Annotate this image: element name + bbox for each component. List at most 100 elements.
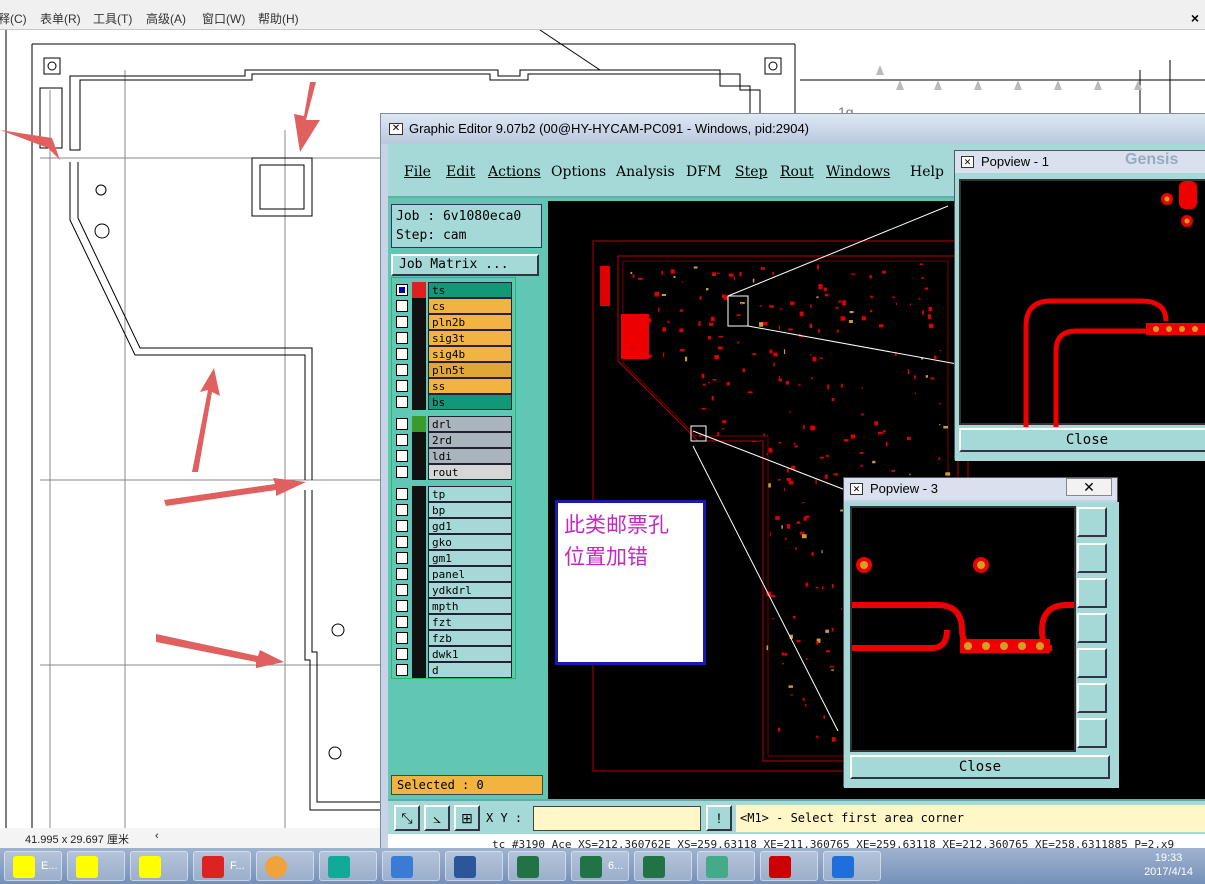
layer-checkbox[interactable] xyxy=(396,364,408,376)
taskbar-item[interactable] xyxy=(823,851,881,881)
taskbar-item[interactable] xyxy=(130,851,188,881)
cad-menu-item[interactable]: 帮助(H) xyxy=(258,10,299,27)
taskbar-item[interactable] xyxy=(760,851,818,881)
layer-row-ts[interactable]: ts xyxy=(396,282,512,298)
taskbar-item[interactable] xyxy=(634,851,692,881)
layer-row-rout[interactable]: rout xyxy=(396,464,512,480)
layer-color-swatch[interactable] xyxy=(412,346,426,362)
pan-up-icon[interactable] xyxy=(1077,543,1107,573)
pan-right-icon[interactable] xyxy=(1077,648,1107,678)
layer-color-swatch[interactable] xyxy=(412,298,426,314)
xy-input[interactable] xyxy=(533,806,701,831)
layer-name[interactable]: sig3t xyxy=(428,330,512,346)
layer-name[interactable]: fzb xyxy=(428,630,512,646)
layer-checkbox[interactable] xyxy=(396,520,408,532)
popview-1-titlebar[interactable]: ✕ Popview - 1 Gensis xyxy=(955,151,1205,173)
layer-row-gd1[interactable]: gd1 xyxy=(396,518,512,534)
layer-row-sig4b[interactable]: sig4b xyxy=(396,346,512,362)
layer-color-swatch[interactable] xyxy=(412,282,426,298)
layer-checkbox[interactable] xyxy=(396,504,408,516)
scroll-left-icon[interactable]: ‹ xyxy=(155,830,159,842)
taskbar-item[interactable]: 6... xyxy=(571,851,629,881)
layer-row-gko[interactable]: gko xyxy=(396,534,512,550)
layer-name[interactable]: ss xyxy=(428,378,512,394)
layer-row-fzt[interactable]: fzt xyxy=(396,614,512,630)
layer-row-panel[interactable]: panel xyxy=(396,566,512,582)
layer-name[interactable]: cs xyxy=(428,298,512,314)
layer-color-swatch[interactable] xyxy=(412,630,426,646)
layer-checkbox[interactable] xyxy=(396,300,408,312)
layer-color-swatch[interactable] xyxy=(412,550,426,566)
layer-row-ldi[interactable]: ldi xyxy=(396,448,512,464)
layer-row-drl[interactable]: drl xyxy=(396,416,512,432)
layer-row-bs[interactable]: bs xyxy=(396,394,512,410)
layer-row-tp[interactable]: tp xyxy=(396,486,512,502)
layer-name[interactable]: bs xyxy=(428,394,512,410)
layer-row-d[interactable]: d xyxy=(396,662,512,678)
layer-color-swatch[interactable] xyxy=(412,646,426,662)
layer-name[interactable]: tp xyxy=(428,486,512,502)
layer-row-ydkdrl[interactable]: ydkdrl xyxy=(396,582,512,598)
layer-row-cs[interactable]: cs xyxy=(396,298,512,314)
layer-color-swatch[interactable] xyxy=(412,362,426,378)
layer-name[interactable]: ldi xyxy=(428,448,512,464)
cad-menu-item[interactable]: 高级(A) xyxy=(146,10,186,27)
layer-checkbox[interactable] xyxy=(396,600,408,612)
layer-color-swatch[interactable] xyxy=(412,566,426,582)
layer-checkbox[interactable] xyxy=(396,616,408,628)
layer-color-swatch[interactable] xyxy=(412,582,426,598)
layer-color-swatch[interactable] xyxy=(412,518,426,534)
layer-name[interactable]: ydkdrl xyxy=(428,582,512,598)
layer-checkbox[interactable] xyxy=(396,664,408,676)
pan-down-icon[interactable] xyxy=(1077,578,1107,608)
zoom-in-icon[interactable] xyxy=(1077,683,1107,713)
taskbar-item[interactable]: E... xyxy=(4,851,62,881)
layer-row-pln2b[interactable]: pln2b xyxy=(396,314,512,330)
layer-name[interactable]: dwk1 xyxy=(428,646,512,662)
layer-color-swatch[interactable] xyxy=(412,598,426,614)
layer-checkbox[interactable] xyxy=(396,380,408,392)
cad-menu-item[interactable]: 表单(R) xyxy=(40,10,81,27)
menu-dfm[interactable]: DFM xyxy=(686,164,721,180)
layer-checkbox[interactable] xyxy=(396,568,408,580)
layer-name[interactable]: panel xyxy=(428,566,512,582)
menu-options[interactable]: Options xyxy=(551,164,606,180)
menu-help[interactable]: Help xyxy=(910,164,944,180)
layer-name[interactable]: rout xyxy=(428,464,512,480)
taskbar-item[interactable] xyxy=(256,851,314,881)
layer-row-sig3t[interactable]: sig3t xyxy=(396,330,512,346)
taskbar-item[interactable] xyxy=(319,851,377,881)
layer-checkbox[interactable] xyxy=(396,284,408,296)
cad-menu-item[interactable]: 工具(T) xyxy=(93,10,132,27)
taskbar-item[interactable] xyxy=(697,851,755,881)
zoom-area-icon[interactable]: ⤡ xyxy=(394,805,420,831)
layer-color-swatch[interactable] xyxy=(412,464,426,480)
layer-checkbox[interactable] xyxy=(396,584,408,596)
close-icon[interactable]: × xyxy=(1191,10,1199,26)
grid-icon[interactable]: ⊞ xyxy=(454,805,480,831)
zoom-fit-icon[interactable] xyxy=(1077,507,1107,537)
layer-row-bp[interactable]: bp xyxy=(396,502,512,518)
layer-name[interactable]: mpth xyxy=(428,598,512,614)
layer-name[interactable]: fzt xyxy=(428,614,512,630)
popview-3-close-button[interactable]: Close xyxy=(850,755,1110,779)
layer-name[interactable]: bp xyxy=(428,502,512,518)
layer-row-pln5t[interactable]: pln5t xyxy=(396,362,512,378)
layer-checkbox[interactable] xyxy=(396,418,408,430)
popview-3-canvas[interactable] xyxy=(850,506,1076,752)
job-matrix-button[interactable]: Job Matrix ... xyxy=(391,254,539,276)
taskbar-item[interactable] xyxy=(382,851,440,881)
layer-color-swatch[interactable] xyxy=(412,330,426,346)
layer-name[interactable]: sig4b xyxy=(428,346,512,362)
layer-row-ss[interactable]: ss xyxy=(396,378,512,394)
layer-name[interactable]: pln5t xyxy=(428,362,512,378)
layer-color-swatch[interactable] xyxy=(412,394,426,410)
menu-edit[interactable]: Edit xyxy=(446,164,475,180)
taskbar-item[interactable]: F... xyxy=(193,851,251,881)
layer-name[interactable]: ts xyxy=(428,282,512,298)
layer-row-2rd[interactable]: 2rd xyxy=(396,432,512,448)
menu-file[interactable]: File xyxy=(404,164,431,180)
layer-row-fzb[interactable]: fzb xyxy=(396,630,512,646)
layer-checkbox[interactable] xyxy=(396,316,408,328)
layer-name[interactable]: gd1 xyxy=(428,518,512,534)
